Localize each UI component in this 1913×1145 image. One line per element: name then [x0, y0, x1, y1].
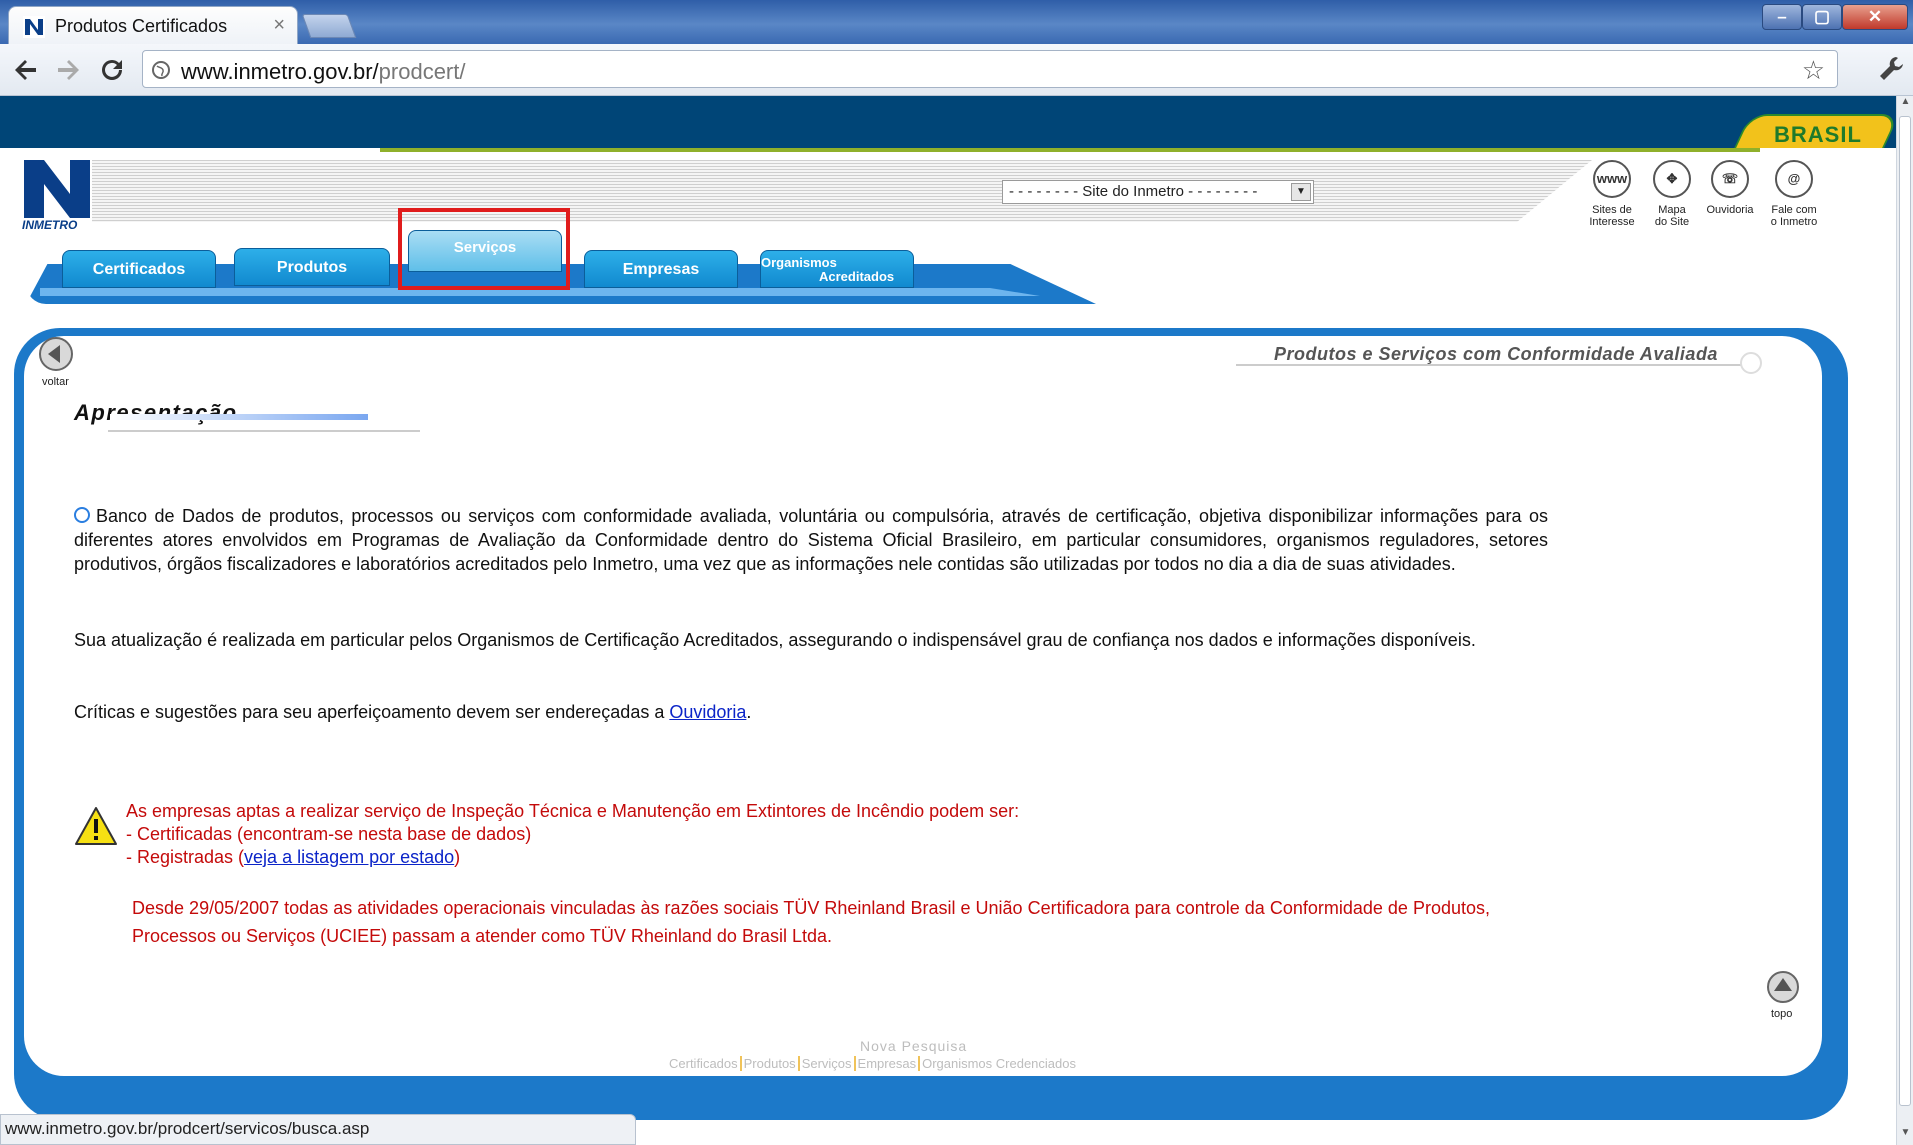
footer-link-empresas[interactable]: Empresas	[853, 1056, 919, 1071]
warning-text-3: - Registradas (veja a listagem por estad…	[126, 846, 460, 868]
inmetro-logo-icon[interactable]	[22, 158, 92, 220]
brasil-label[interactable]: BRASIL	[1774, 122, 1862, 148]
footer-link-certificados[interactable]: Certificados	[667, 1056, 740, 1071]
url-path: prodcert/	[378, 59, 466, 84]
intro-paragraph: Banco de Dados de produtos, processos ou…	[74, 504, 1548, 576]
forward-arrow-icon[interactable]	[52, 54, 84, 86]
mapa-do-site-label-1: Mapa	[1658, 204, 1686, 216]
tuv-notice: Desde 29/05/2007 todas as atividades ope…	[132, 898, 1490, 946]
warning-text-2: - Certificadas (encontram-se nesta base …	[126, 824, 532, 844]
back-to-top-icon[interactable]	[1766, 970, 1800, 1004]
sites-de-interesse-link[interactable]: www Sites de Interesse	[1582, 160, 1642, 228]
new-tab-button[interactable]	[301, 14, 357, 38]
header-stripes	[92, 160, 1592, 222]
phone-icon: ☏	[1711, 160, 1749, 198]
mapa-do-site-label-2: do Site	[1654, 216, 1690, 228]
back-arrow-icon[interactable]	[10, 54, 42, 86]
window-maximize-button[interactable]: ▢	[1802, 4, 1842, 30]
heading-underline	[1236, 364, 1746, 366]
inmetro-logo-text: INMETRO	[22, 218, 78, 232]
mapa-do-site-link[interactable]: ✥ Mapa do Site	[1642, 160, 1702, 228]
footer-link-produtos[interactable]: Produtos	[739, 1056, 798, 1071]
circle-bullet-icon	[74, 507, 90, 523]
panel-heading: Produtos e Serviços com Conformidade Ava…	[1274, 344, 1718, 364]
browser-titlebar: Produtos Certificados × – ▢ ✕	[0, 0, 1913, 46]
fale-com-label-1: Fale com	[1771, 204, 1817, 216]
sites-de-interesse-label-2: Interesse	[1589, 216, 1635, 228]
feedback-suffix: .	[746, 702, 752, 722]
listagem-por-estado-link[interactable]: veja a listagem por estado	[244, 847, 454, 867]
scroll-down-arrow-icon[interactable]: ▼	[1897, 1127, 1913, 1145]
inmetro-favicon-icon	[23, 16, 45, 38]
warning-icon	[75, 807, 117, 845]
warning-text-1: As empresas aptas a realizar serviço de …	[126, 801, 1020, 821]
back-circle-icon[interactable]	[38, 336, 74, 372]
ouvidoria-link[interactable]: ☏ Ouvidoria	[1700, 160, 1760, 216]
url-host: www.inmetro.gov.br/	[181, 59, 379, 84]
status-bubble: www.inmetro.gov.br/prodcert/servicos/bus…	[0, 1114, 636, 1145]
tab-close-icon[interactable]: ×	[273, 14, 285, 37]
page-title: Apresentação	[74, 400, 238, 425]
heading-circle-decoration	[1740, 352, 1762, 374]
organismos-label-2: Acreditados	[819, 269, 895, 284]
browser-tab[interactable]: Produtos Certificados ×	[8, 6, 298, 46]
chevron-down-icon[interactable]: ▼	[1291, 183, 1311, 201]
scroll-thumb[interactable]	[1899, 116, 1911, 1106]
warning-3-suffix: )	[454, 847, 461, 867]
footer-nav: Certificados Produtos Serviços Empresas Orga…	[667, 1056, 1078, 1071]
highlight-box	[398, 208, 570, 290]
sites-de-interesse-label-1: Sites de	[1592, 204, 1632, 216]
warning-3-prefix: - Registradas (	[126, 847, 245, 867]
ouvidoria-label: Ouvidoria	[1706, 204, 1754, 216]
tab-empresas[interactable]: Empresas	[584, 250, 738, 288]
site-do-inmetro-select[interactable]: - - - - - - - - Site do Inmetro - - - - …	[1002, 180, 1314, 204]
government-bar-line	[380, 148, 1760, 152]
wrench-icon[interactable]	[1876, 54, 1906, 84]
tab-title: Produtos Certificados	[55, 16, 228, 36]
address-bar[interactable]: www.inmetro.gov.br/prodcert/ ☆	[142, 50, 1838, 88]
reload-icon[interactable]	[96, 54, 128, 86]
topo-label[interactable]: topo	[1771, 1008, 1792, 1020]
nova-pesquisa-label: Nova Pesquisa	[860, 1038, 968, 1054]
ouvidoria-link-inline[interactable]: Ouvidoria	[669, 702, 746, 722]
window-close-button[interactable]: ✕	[1842, 4, 1908, 30]
window-minimize-button[interactable]: –	[1762, 4, 1802, 30]
fale-com-o-inmetro-link[interactable]: @ Fale com o Inmetro	[1764, 160, 1824, 228]
tab-organismos-acreditados[interactable]: Organismos Acreditados	[760, 250, 914, 288]
government-bar	[0, 96, 1896, 148]
feedback-text: Críticas e sugestões para seu aperfeiçoa…	[74, 702, 670, 722]
feedback-paragraph: Críticas e sugestões para seu aperfeiçoa…	[74, 700, 1548, 724]
compass-icon: ✥	[1653, 160, 1691, 198]
footer-link-organismos[interactable]: Organismos Credenciados	[918, 1056, 1078, 1071]
intro-text: Banco de Dados de produtos, processos ou…	[74, 506, 1548, 574]
browser-toolbar: www.inmetro.gov.br/prodcert/ ☆	[0, 44, 1913, 96]
vertical-scrollbar[interactable]: ▲ ▼	[1896, 96, 1913, 1145]
tab-produtos[interactable]: Produtos	[234, 248, 390, 286]
bookmark-star-icon[interactable]: ☆	[1802, 55, 1825, 86]
fale-com-label-2: o Inmetro	[1770, 216, 1818, 228]
scroll-up-arrow-icon[interactable]: ▲	[1897, 96, 1913, 114]
voltar-label[interactable]: voltar	[42, 376, 69, 388]
title-underline	[108, 430, 420, 432]
site-select-value: - - - - - - - - Site do Inmetro - - - - …	[1009, 183, 1258, 200]
url-text: www.inmetro.gov.br/prodcert/	[181, 59, 465, 85]
www-icon: www	[1593, 160, 1631, 198]
update-paragraph: Sua atualização é realizada em particula…	[74, 630, 1476, 650]
organismos-label-1: Organismos	[761, 255, 837, 270]
web-page: BRASIL INMETRO - - - - - - - - Site do I…	[0, 96, 1896, 1145]
title-decoration-bar	[110, 414, 368, 420]
footer-link-servicos[interactable]: Serviços	[797, 1056, 854, 1071]
at-sign-icon: @	[1775, 160, 1813, 198]
globe-icon	[152, 61, 170, 79]
tab-certificados[interactable]: Certificados	[62, 250, 216, 288]
